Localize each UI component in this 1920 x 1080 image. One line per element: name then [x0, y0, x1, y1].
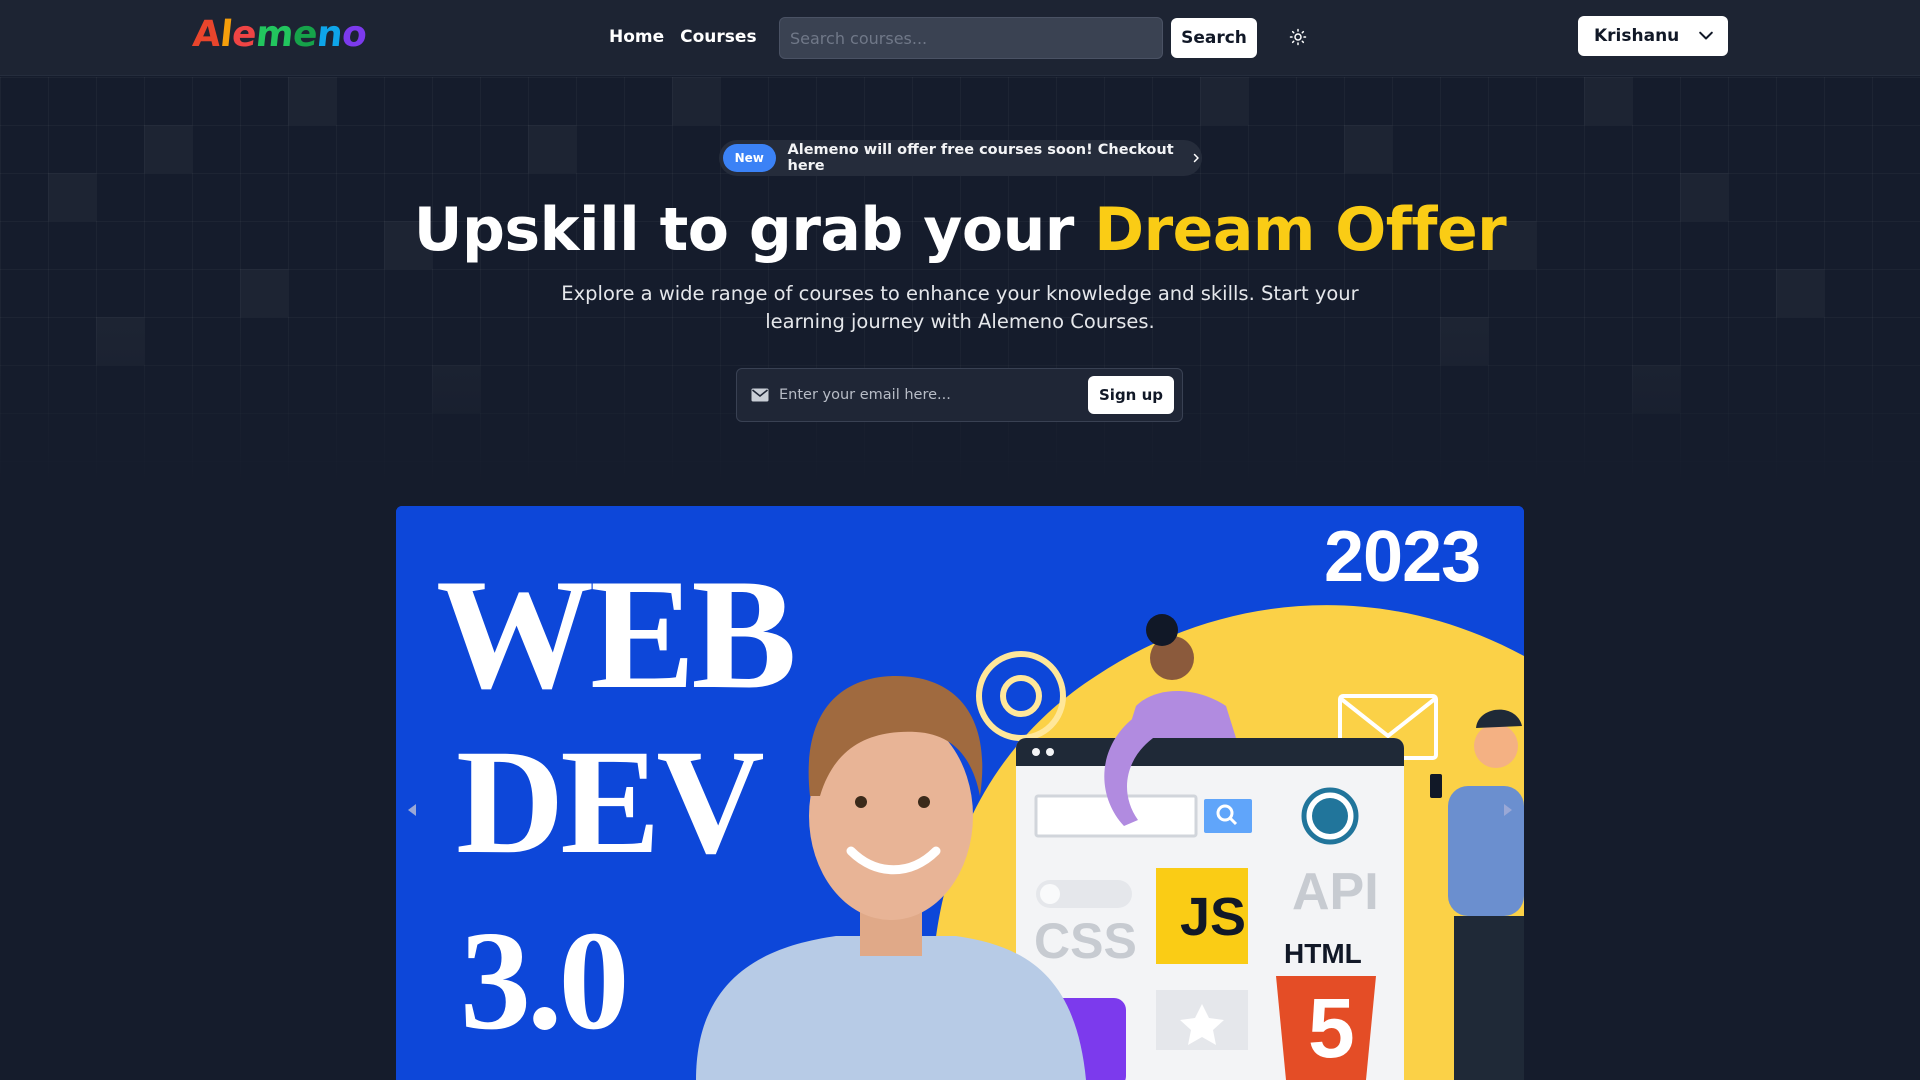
api-label: API	[1292, 863, 1379, 921]
course-banner-carousel[interactable]: 2023 WEB DEV 3.0 API CSS JS HTML 5	[396, 506, 1524, 1080]
nav-home-link[interactable]: Home	[609, 27, 664, 47]
logo-letter: o	[340, 14, 369, 55]
main-nav: Home Courses	[609, 27, 757, 47]
nav-courses-link[interactable]: Courses	[680, 27, 756, 47]
css-label: CSS	[1034, 913, 1137, 969]
banner-title-line-2: DEV	[456, 719, 765, 885]
chevron-down-icon	[1699, 31, 1713, 40]
banner-title-line-1: WEB	[436, 547, 797, 722]
headline-accent: Dream Offer	[1094, 195, 1507, 265]
html-label: HTML	[1284, 938, 1362, 969]
carousel-next-button[interactable]	[1500, 798, 1516, 822]
hero-section: New Alemeno will offer free courses soon…	[0, 77, 1920, 487]
email-signup-form: Sign up	[736, 368, 1183, 422]
sun-icon	[1289, 28, 1307, 46]
banner-title-line-3: 3.0	[460, 901, 629, 1059]
hero-headline: Upskill to grab your Dream Offer	[0, 195, 1920, 265]
banner-year: 2023	[1324, 517, 1481, 597]
announcement-text: Alemeno will offer free courses soon! Ch…	[787, 142, 1174, 174]
course-search-input[interactable]	[779, 17, 1163, 59]
theme-toggle[interactable]	[1287, 26, 1309, 48]
html5-icon: 5	[1308, 981, 1355, 1075]
announcement-banner[interactable]: New Alemeno will offer free courses soon…	[719, 140, 1202, 176]
hero-subtext: Explore a wide range of courses to enhan…	[561, 282, 1359, 333]
signup-button[interactable]: Sign up	[1088, 376, 1174, 414]
search-button[interactable]: Search	[1171, 18, 1257, 58]
new-badge: New	[723, 144, 776, 172]
headline-main: Upskill to grab your	[413, 195, 1075, 265]
js-label: JS	[1180, 887, 1247, 947]
caret-left-icon	[408, 804, 416, 816]
logo[interactable]: Alemeno	[191, 14, 369, 55]
email-input[interactable]	[779, 377, 1079, 413]
mail-icon	[751, 388, 769, 402]
user-menu-dropdown[interactable]: Krishanu	[1578, 16, 1728, 56]
chevron-right-icon	[1190, 152, 1202, 164]
navbar: Alemeno Home Courses Search Krishanu	[0, 0, 1920, 76]
user-name: Krishanu	[1594, 26, 1680, 46]
carousel-prev-button[interactable]	[404, 798, 420, 822]
caret-right-icon	[1504, 804, 1512, 816]
logo-letter: m	[253, 14, 296, 55]
